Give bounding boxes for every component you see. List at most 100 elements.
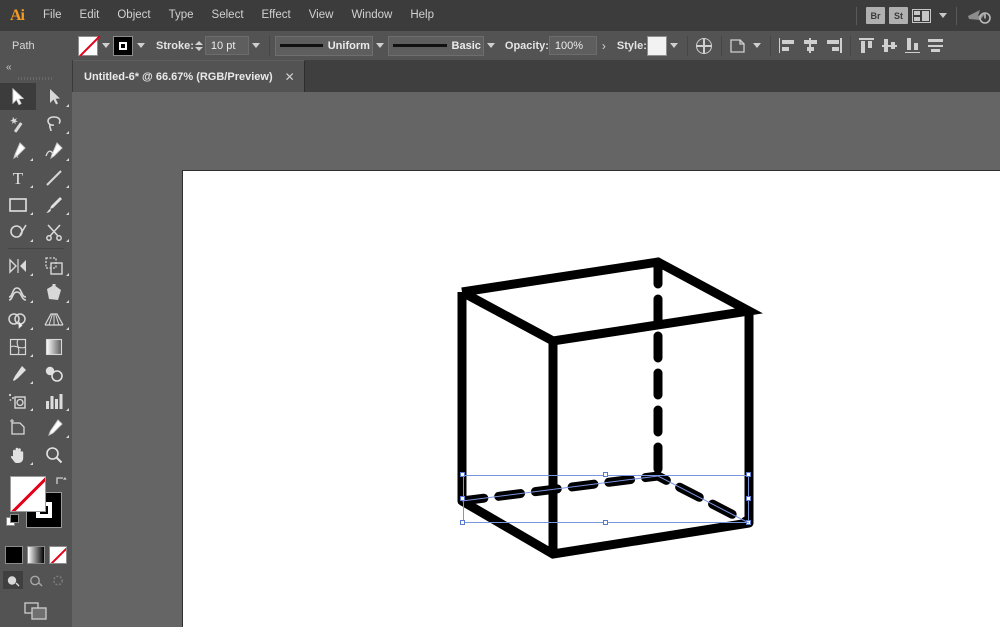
menu-item-help[interactable]: Help (401, 0, 443, 31)
tool-hand[interactable] (0, 441, 36, 468)
tool-slice[interactable] (36, 414, 72, 441)
tool-group-indicator-icon (66, 300, 69, 303)
tool-perspective-grid[interactable] (36, 306, 72, 333)
opacity-options-arrow-icon[interactable]: › (597, 36, 611, 56)
paint-mode-row (0, 546, 72, 564)
brush-chevron-down-icon[interactable] (484, 36, 499, 56)
graphic-style-swatch[interactable] (646, 35, 667, 56)
tool-group-indicator-icon (66, 185, 69, 188)
transform-chevron-down-icon[interactable] (750, 36, 765, 56)
workspace-switcher-icon[interactable] (966, 7, 992, 25)
brush-preview-icon (392, 44, 447, 47)
align-horizontal-center-icon[interactable] (799, 35, 822, 57)
tool-symbol-sprayer[interactable] (0, 387, 36, 414)
tools-panel-drag-handle[interactable] (0, 74, 72, 83)
graphic-style-chevron-down-icon[interactable] (667, 36, 682, 56)
tool-shaper[interactable] (0, 218, 36, 245)
transform-icon[interactable] (727, 35, 750, 57)
tool-pen[interactable] (0, 137, 36, 164)
fill-color-indicator[interactable] (10, 476, 46, 512)
menu-item-file[interactable]: File (34, 0, 71, 31)
draw-inside-button[interactable] (49, 571, 69, 589)
opacity-input[interactable]: 100% (548, 36, 597, 55)
divider (856, 6, 857, 25)
fill-dropdown-chevron-down-icon[interactable] (98, 36, 113, 56)
stroke-weight-input[interactable]: 10 pt (204, 36, 249, 55)
tool-group-indicator-icon (66, 131, 69, 134)
stroke-dropdown-chevron-down-icon[interactable] (133, 36, 148, 56)
gradient-swatch-button[interactable] (27, 546, 45, 564)
tool-line-segment[interactable] (36, 164, 72, 191)
swap-fill-stroke-icon[interactable] (54, 474, 68, 488)
fill-color-swatch[interactable] (78, 35, 98, 56)
tool-scissors[interactable] (36, 218, 72, 245)
tool-magic-wand[interactable] (0, 110, 36, 137)
tool-selection[interactable] (0, 83, 36, 110)
align-bottom-icon[interactable] (902, 35, 925, 57)
recolor-artwork-icon[interactable] (693, 35, 716, 57)
cube-artwork[interactable] (183, 171, 1000, 627)
align-right-icon[interactable] (822, 35, 845, 57)
color-swatch-button[interactable] (5, 546, 23, 564)
distribute-vertical-center-icon[interactable] (925, 35, 948, 57)
menu-item-select[interactable]: Select (203, 0, 253, 31)
menu-bar: Ai File Edit Object Type Select Effect V… (0, 0, 1000, 32)
width-profile-select[interactable]: Uniform (274, 35, 373, 56)
tool-zoom[interactable] (36, 441, 72, 468)
brush-value: Basic (451, 39, 481, 52)
stock-icon[interactable]: St (889, 7, 908, 24)
none-swatch-button[interactable] (49, 546, 67, 564)
tool-group-indicator-icon (66, 273, 69, 276)
divider (956, 6, 957, 25)
artboard[interactable] (182, 170, 1000, 627)
tool-group-indicator-icon (66, 408, 69, 411)
tool-width[interactable] (0, 279, 36, 306)
align-left-icon[interactable] (776, 35, 799, 57)
menu-item-view[interactable]: View (300, 0, 343, 31)
bridge-icon[interactable]: Br (866, 7, 885, 24)
stroke-weight-stepper[interactable] (194, 37, 205, 55)
tool-column-graph[interactable] (36, 387, 72, 414)
align-top-icon[interactable] (856, 35, 879, 57)
draw-behind-button[interactable] (26, 571, 46, 589)
arrange-documents-icon[interactable] (912, 8, 932, 24)
menu-item-object[interactable]: Object (108, 0, 159, 31)
align-vertical-center-icon[interactable] (879, 35, 902, 57)
tool-paintbrush[interactable] (36, 191, 72, 218)
tool-rotate[interactable] (0, 252, 36, 279)
draw-normal-button[interactable] (3, 571, 23, 589)
width-profile-preview-icon (279, 44, 323, 47)
tool-eyedropper[interactable] (0, 360, 36, 387)
tool-free-transform[interactable] (36, 279, 72, 306)
tool-curvature[interactable] (36, 137, 72, 164)
tool-gradient[interactable] (36, 333, 72, 360)
default-fill-stroke-icon[interactable] (6, 514, 20, 528)
tool-rectangle[interactable] (0, 191, 36, 218)
chevron-down-icon[interactable] (939, 13, 947, 18)
menu-item-effect[interactable]: Effect (253, 0, 300, 31)
tool-blend[interactable] (36, 360, 72, 387)
tool-direct-selection[interactable] (36, 83, 72, 110)
document-tab[interactable]: Untitled-6* @ 66.67% (RGB/Preview) ✕ (72, 60, 305, 92)
tool-lasso[interactable] (36, 110, 72, 137)
tool-group-indicator-icon (30, 273, 33, 276)
document-tab-title: Untitled-6* @ 66.67% (RGB/Preview) (84, 70, 273, 83)
menu-item-type[interactable]: Type (160, 0, 203, 31)
tool-mesh[interactable] (0, 333, 36, 360)
divider (720, 35, 722, 56)
tool-shape-builder[interactable] (0, 306, 36, 333)
brush-definition-select[interactable]: Basic (387, 35, 484, 56)
change-screen-mode-button[interactable] (0, 601, 72, 621)
close-icon[interactable]: ✕ (285, 71, 295, 83)
tool-scale[interactable] (36, 252, 72, 279)
canvas-area[interactable] (72, 92, 1000, 627)
stroke-color-swatch[interactable] (113, 35, 133, 56)
tool-type[interactable]: T (0, 164, 36, 191)
tools-panel-collapse-button[interactable]: « (0, 60, 72, 74)
tool-artboard[interactable] (0, 414, 36, 441)
width-profile-chevron-down-icon[interactable] (373, 36, 388, 56)
stroke-weight-chevron-down-icon[interactable] (249, 36, 264, 56)
menu-item-window[interactable]: Window (342, 0, 401, 31)
menu-item-edit[interactable]: Edit (71, 0, 109, 31)
tool-group-indicator-icon (30, 185, 33, 188)
